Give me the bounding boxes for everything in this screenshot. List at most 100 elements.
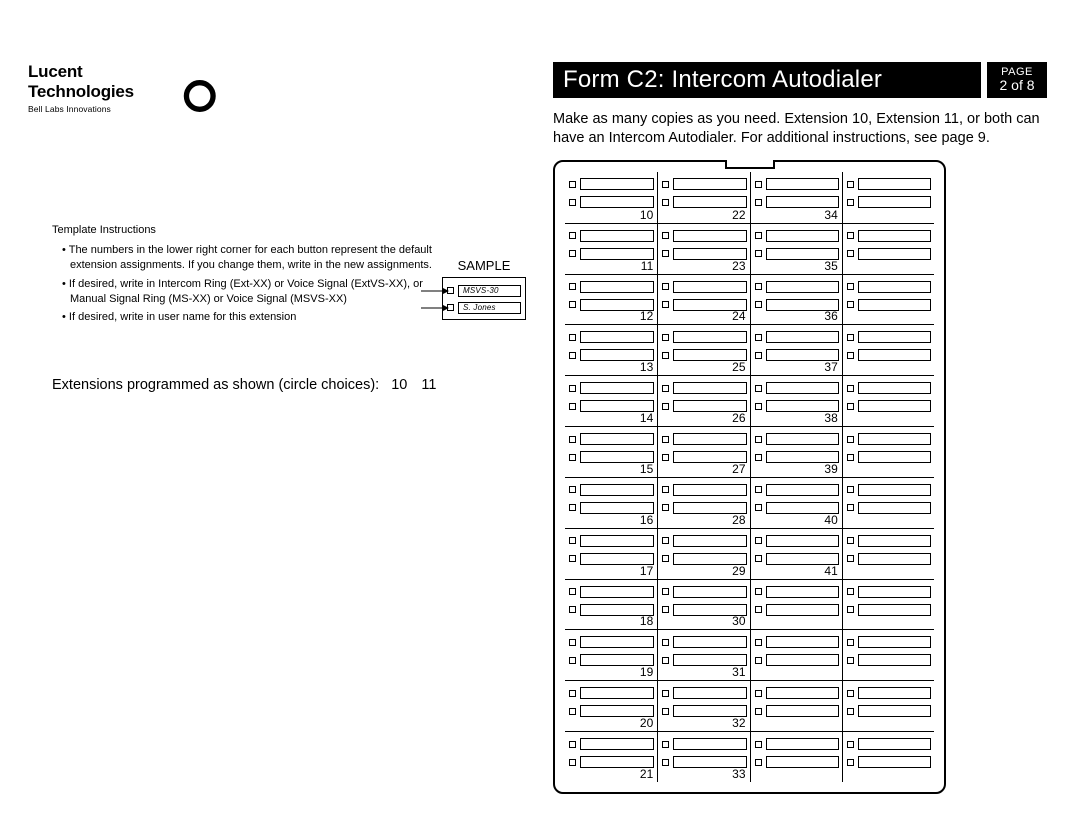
entry-field[interactable] [673, 281, 746, 293]
grid-cell[interactable] [842, 680, 934, 731]
grid-cell[interactable]: 23 [657, 223, 749, 274]
entry-field[interactable] [580, 484, 654, 496]
entry-field[interactable] [673, 331, 746, 343]
grid-cell[interactable]: 21 [565, 731, 657, 782]
grid-cell[interactable] [842, 579, 934, 630]
grid-cell[interactable] [842, 324, 934, 375]
entry-field[interactable] [858, 535, 931, 547]
entry-field[interactable] [673, 738, 746, 750]
entry-field[interactable] [858, 281, 931, 293]
entry-field[interactable] [858, 433, 931, 445]
grid-cell[interactable] [842, 274, 934, 325]
grid-cell[interactable]: 28 [657, 477, 749, 528]
entry-field[interactable] [858, 636, 931, 648]
grid-cell[interactable]: 17 [565, 528, 657, 579]
entry-field[interactable] [766, 230, 839, 242]
grid-cell[interactable]: 41 [750, 528, 842, 579]
entry-field[interactable] [580, 196, 654, 208]
entry-field[interactable] [766, 196, 839, 208]
entry-field[interactable] [580, 178, 654, 190]
entry-field[interactable] [858, 654, 931, 666]
entry-field[interactable] [858, 349, 931, 361]
grid-cell[interactable] [842, 172, 934, 223]
grid-cell[interactable]: 25 [657, 324, 749, 375]
grid-cell[interactable]: 24 [657, 274, 749, 325]
entry-field[interactable] [766, 586, 839, 598]
grid-cell[interactable] [842, 375, 934, 426]
entry-field[interactable] [580, 636, 654, 648]
entry-field[interactable] [673, 687, 746, 699]
entry-field[interactable] [858, 382, 931, 394]
grid-cell[interactable]: 26 [657, 375, 749, 426]
grid-cell[interactable] [842, 731, 934, 782]
entry-field[interactable] [580, 331, 654, 343]
grid-cell[interactable] [750, 731, 842, 782]
grid-cell[interactable]: 39 [750, 426, 842, 477]
ext-choice[interactable]: 10 [391, 377, 407, 393]
grid-cell[interactable] [842, 426, 934, 477]
entry-field[interactable] [766, 535, 839, 547]
entry-field[interactable] [673, 535, 746, 547]
grid-cell[interactable]: 15 [565, 426, 657, 477]
grid-cell[interactable] [842, 528, 934, 579]
entry-field[interactable] [858, 484, 931, 496]
entry-field[interactable] [580, 687, 654, 699]
entry-field[interactable] [766, 687, 839, 699]
entry-field[interactable] [858, 687, 931, 699]
grid-cell[interactable]: 29 [657, 528, 749, 579]
entry-field[interactable] [673, 230, 746, 242]
entry-field[interactable] [673, 484, 746, 496]
entry-field[interactable] [673, 382, 746, 394]
entry-field[interactable] [766, 604, 839, 616]
grid-cell[interactable]: 11 [565, 223, 657, 274]
entry-field[interactable] [766, 433, 839, 445]
entry-field[interactable] [858, 705, 931, 717]
entry-field[interactable] [858, 553, 931, 565]
entry-field[interactable] [766, 756, 839, 768]
entry-field[interactable] [580, 382, 654, 394]
entry-field[interactable] [766, 382, 839, 394]
grid-cell[interactable]: 18 [565, 579, 657, 630]
entry-field[interactable] [858, 604, 931, 616]
grid-cell[interactable]: 27 [657, 426, 749, 477]
entry-field[interactable] [858, 196, 931, 208]
entry-field[interactable] [580, 281, 654, 293]
grid-cell[interactable]: 36 [750, 274, 842, 325]
grid-cell[interactable]: 14 [565, 375, 657, 426]
grid-cell[interactable] [842, 629, 934, 680]
entry-field[interactable] [673, 178, 746, 190]
grid-cell[interactable]: 16 [565, 477, 657, 528]
grid-cell[interactable]: 19 [565, 629, 657, 680]
entry-field[interactable] [858, 299, 931, 311]
grid-cell[interactable]: 40 [750, 477, 842, 528]
entry-field[interactable] [580, 433, 654, 445]
grid-cell[interactable] [750, 629, 842, 680]
entry-field[interactable] [858, 400, 931, 412]
entry-field[interactable] [766, 178, 839, 190]
grid-cell[interactable]: 10 [565, 172, 657, 223]
grid-cell[interactable]: 37 [750, 324, 842, 375]
grid-cell[interactable]: 20 [565, 680, 657, 731]
grid-cell[interactable]: 13 [565, 324, 657, 375]
entry-field[interactable] [858, 502, 931, 514]
entry-field[interactable] [858, 230, 931, 242]
entry-field[interactable] [766, 281, 839, 293]
grid-cell[interactable]: 32 [657, 680, 749, 731]
entry-field[interactable] [766, 738, 839, 750]
entry-field[interactable] [673, 433, 746, 445]
grid-cell[interactable]: 34 [750, 172, 842, 223]
entry-field[interactable] [580, 586, 654, 598]
entry-field[interactable] [580, 738, 654, 750]
entry-field[interactable] [858, 331, 931, 343]
entry-field[interactable] [858, 738, 931, 750]
entry-field[interactable] [673, 196, 746, 208]
entry-field[interactable] [858, 756, 931, 768]
entry-field[interactable] [766, 654, 839, 666]
entry-field[interactable] [858, 451, 931, 463]
grid-cell[interactable] [750, 680, 842, 731]
entry-field[interactable] [766, 484, 839, 496]
entry-field[interactable] [673, 636, 746, 648]
grid-cell[interactable]: 38 [750, 375, 842, 426]
grid-cell[interactable]: 12 [565, 274, 657, 325]
grid-cell[interactable]: 33 [657, 731, 749, 782]
